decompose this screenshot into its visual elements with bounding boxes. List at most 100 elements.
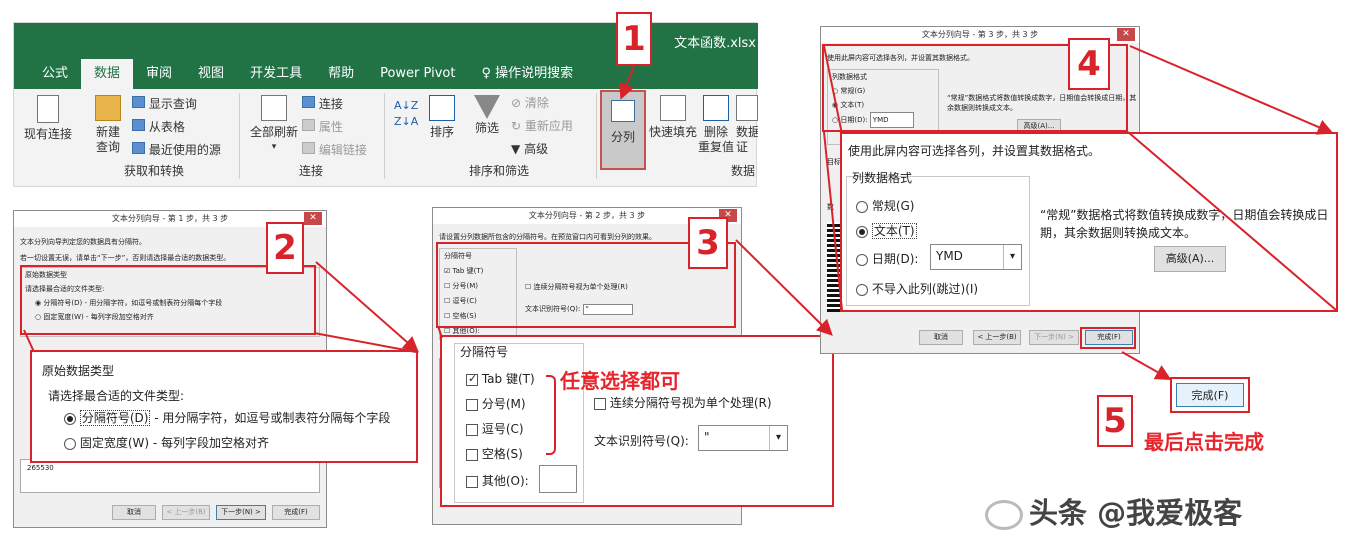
checkbox-space-label: 空格(S) bbox=[481, 447, 523, 461]
radio-selected-icon bbox=[64, 412, 76, 425]
flash-fill-button[interactable]: 快速填充 bbox=[648, 95, 698, 140]
step-badge-1: 1 bbox=[616, 12, 652, 66]
zoom-intro: 使用此屏内容可选择各列，并设置其数据格式。 bbox=[848, 144, 1101, 158]
advanced-button[interactable]: 高级(A)... bbox=[1154, 246, 1226, 272]
tell-me-search[interactable]: ♀ 操作说明搜索 bbox=[468, 59, 586, 89]
finish-button-zoomed[interactable]: 完成(F) bbox=[1176, 383, 1244, 407]
other-delimiter-input[interactable] bbox=[539, 465, 577, 493]
new-query-button[interactable]: 新建 查询 bbox=[88, 95, 128, 155]
document-db-icon bbox=[37, 95, 59, 123]
chevron-down-icon: ▾ bbox=[769, 426, 787, 450]
recent-sources-icon bbox=[132, 142, 145, 154]
refresh-icon bbox=[261, 95, 287, 121]
back-button[interactable]: < 上一步(B) bbox=[162, 505, 210, 520]
text-qualifier-select[interactable]: " ▾ bbox=[698, 425, 788, 451]
reapply-icon: ↻ bbox=[511, 119, 522, 133]
radio-icon bbox=[856, 200, 868, 213]
clear-button[interactable]: ⊘ 清除 bbox=[511, 96, 549, 111]
query-list-icon bbox=[132, 96, 145, 108]
tab-view[interactable]: 视图 bbox=[185, 59, 237, 89]
connections-label: 连接 bbox=[318, 97, 343, 111]
data-validation-icon bbox=[736, 95, 758, 121]
next-button[interactable]: 下一步(N) > bbox=[1029, 330, 1079, 345]
sort-icon bbox=[429, 95, 455, 121]
connections-icon bbox=[302, 96, 315, 108]
dialog-title-text: 文本分列向导 - 第 2 步，共 3 步 bbox=[528, 211, 646, 220]
checkbox-icon bbox=[466, 475, 478, 488]
recent-sources-button[interactable]: 最近使用的源 bbox=[132, 142, 221, 158]
intro-text-2: 若一切设置无误，请单击“下一步”，否则请选择最合适的数据类型。 bbox=[20, 254, 231, 262]
checkbox-icon bbox=[466, 448, 478, 461]
sort-button[interactable]: 排序 bbox=[424, 95, 460, 140]
edit-links-button[interactable]: 编辑链接 bbox=[302, 142, 367, 158]
advanced-filter-button[interactable]: ▼ 高级 bbox=[511, 142, 548, 157]
tab-data[interactable]: 数据 bbox=[81, 59, 134, 89]
cancel-button[interactable]: 取消 bbox=[112, 505, 156, 520]
checkbox-icon bbox=[466, 423, 478, 436]
watermark: 头条 @我爱极客 bbox=[985, 490, 1242, 532]
zoom-finish: 完成(F) bbox=[1170, 377, 1250, 413]
filter-label: 筛选 bbox=[474, 121, 499, 135]
radio-general[interactable]: 常规(G) bbox=[856, 197, 915, 214]
filter-button[interactable]: 筛选 bbox=[469, 95, 505, 136]
connections-button[interactable]: 连接 bbox=[302, 96, 343, 112]
data-validation-label-2: 证 bbox=[736, 140, 749, 154]
tab-formulas[interactable]: 公式 bbox=[29, 59, 81, 89]
edit-links-icon bbox=[302, 142, 315, 154]
column-format-label: 列数据格式 bbox=[852, 171, 913, 185]
radio-selected-icon bbox=[856, 225, 868, 238]
show-queries-button[interactable]: 显示查询 bbox=[132, 96, 197, 112]
recent-sources-label: 最近使用的源 bbox=[148, 143, 221, 157]
checkbox-other[interactable]: 其他(O): bbox=[466, 472, 529, 489]
next-button[interactable]: 下一步(N) > bbox=[216, 505, 266, 520]
zoom-group-label: 原始数据类型 bbox=[42, 364, 115, 378]
date-format-select[interactable]: YMD ▾ bbox=[930, 244, 1022, 270]
radio-text-label: 文本(T) bbox=[871, 223, 917, 239]
close-icon[interactable]: ✕ bbox=[1117, 28, 1135, 41]
radio-delimited[interactable]: 分隔符号(D) - 用分隔字符，如逗号或制表符分隔每个字段 bbox=[64, 409, 390, 426]
radio-date-label: 日期(D): bbox=[871, 252, 919, 266]
annotation-click-finish: 最后点击完成 bbox=[1144, 430, 1264, 454]
text-qualifier-label: 文本识别符号(Q): bbox=[594, 434, 689, 448]
delimiters-group-label: 分隔符号 bbox=[460, 345, 509, 359]
weibo-logo-icon bbox=[985, 499, 1023, 530]
zoom-column-format: 使用此屏内容可选择各列，并设置其数据格式。 列数据格式 常规(G) 文本(T) … bbox=[840, 132, 1338, 312]
new-query-icon bbox=[95, 95, 121, 121]
data-validation-button[interactable]: 数据 证 bbox=[736, 95, 758, 155]
refresh-all-button[interactable]: 全部刷新 ▾ bbox=[246, 95, 302, 155]
reapply-button[interactable]: ↻ 重新应用 bbox=[511, 119, 573, 134]
remove-duplicates-button[interactable]: 删除 重复值 bbox=[698, 95, 734, 155]
tab-review[interactable]: 审阅 bbox=[133, 59, 185, 89]
checkbox-semicolon[interactable]: 分号(M) bbox=[466, 395, 526, 412]
checkbox-space[interactable]: 空格(S) bbox=[466, 445, 523, 462]
properties-icon bbox=[302, 119, 315, 131]
cancel-button[interactable]: 取消 bbox=[919, 330, 963, 345]
from-table-button[interactable]: 从表格 bbox=[132, 119, 185, 135]
checkbox-comma[interactable]: 逗号(C) bbox=[466, 420, 524, 437]
reapply-label: 重新应用 bbox=[524, 119, 573, 133]
sort-az-icon[interactable]: A↓Z Z↓A bbox=[394, 98, 418, 130]
tab-developer[interactable]: 开发工具 bbox=[237, 59, 315, 89]
checkbox-tab[interactable]: ✓ Tab 键(T) bbox=[466, 370, 535, 387]
radio-date[interactable]: 日期(D): bbox=[856, 250, 918, 267]
close-icon[interactable]: ✕ bbox=[304, 212, 322, 225]
radio-text[interactable]: 文本(T) bbox=[856, 222, 917, 239]
checkbox-icon bbox=[466, 398, 478, 411]
tab-help[interactable]: 帮助 bbox=[315, 59, 367, 89]
consecutive-delimiters-checkbox[interactable]: 连续分隔符号视为单个处理(R) bbox=[594, 394, 772, 411]
back-button[interactable]: < 上一步(B) bbox=[973, 330, 1021, 345]
finish-button[interactable]: 完成(F) bbox=[272, 505, 320, 520]
intro-text: 请设置分列数据所包含的分隔符号。在预览窗口内可看到分列的效果。 bbox=[439, 233, 656, 241]
radio-skip[interactable]: 不导入此列(跳过)(I) bbox=[856, 280, 978, 297]
preview-pane[interactable]: 265530 bbox=[20, 459, 320, 493]
radio-icon bbox=[856, 283, 868, 296]
text-to-columns-button[interactable]: 分列 bbox=[600, 90, 646, 170]
existing-connections-button[interactable]: 现有连接 bbox=[20, 95, 76, 142]
new-query-label-2: 查询 bbox=[95, 140, 120, 154]
group-get-transform: 获取和转换 bbox=[123, 164, 184, 178]
remove-duplicates-label-1: 删除 bbox=[703, 125, 728, 139]
tab-power-pivot[interactable]: Power Pivot bbox=[367, 59, 468, 89]
properties-button[interactable]: 属性 bbox=[302, 119, 343, 135]
advanced-filter-label: 高级 bbox=[524, 142, 549, 156]
radio-fixed-width[interactable]: 固定宽度(W) - 每列字段加空格对齐 bbox=[64, 434, 269, 451]
